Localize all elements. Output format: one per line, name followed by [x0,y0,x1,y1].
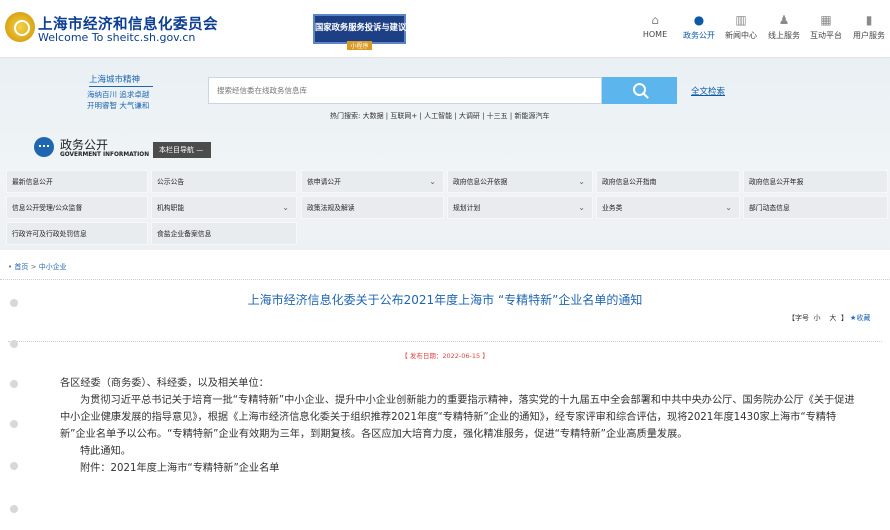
date-divider [8,341,882,342]
nav-gov-open[interactable]: ● 政务公开 [681,14,717,48]
font-size-prefix: 【字号 [788,314,809,322]
category-item-label: 政策法规及解读 [307,204,355,212]
people-icon: ♟ [778,13,790,27]
category-item-label: 公示公告 [157,178,185,186]
home-icon: ⌂ [651,13,659,27]
category-item[interactable]: 政府信息公开年报 [743,170,888,193]
search-input[interactable] [217,86,587,95]
side-dot [10,505,18,513]
category-item[interactable]: 公示公告 [151,170,297,193]
fulltext-search-link[interactable]: 全文检索 [691,85,725,97]
gov-section-subtitle: GOVERMENT INFORMATION [60,152,150,158]
category-item-label: 机构职能 [157,204,185,212]
site-logo-icon[interactable] [5,12,35,42]
hot-search[interactable]: 热门搜索: 大数据 | 互联网+ | 人工智能 | 大调研 | 十三五 | 新能… [330,111,550,121]
category-item[interactable]: 政府信息公开指南 [596,170,740,193]
category-item-label: 食盐企业备案信息 [157,230,212,238]
side-dot [10,299,18,307]
nav-online-service[interactable]: ♟ 线上服务 [766,14,802,48]
city-spirit-title: 上海城市精神 [89,73,153,87]
complaint-banner[interactable]: 国家政务服务投诉与建议 小程序 [313,14,407,50]
search-button[interactable] [602,77,677,104]
nav-user-service-label: 用户服务 [853,31,885,40]
category-item-label: 业务类 [602,204,623,212]
page-root: 上海市经济和信息化委员会 Welcome To sheitc.sh.gov.cn… [0,0,890,530]
book-icon: ▥ [735,13,747,27]
nav-online-service-label: 线上服务 [768,31,800,40]
category-item-label: 政府信息公开年报 [749,178,804,186]
nav-home[interactable]: ⌂ HOME [640,14,670,48]
publish-date: 【 发布日期：2022-06-15 】 [401,352,489,360]
article-paragraph: 特此通知。 [80,446,131,457]
gov-chat-icon [34,137,54,157]
breadcrumb-current[interactable]: 中小企业 [39,263,67,271]
chevron-down-icon[interactable]: ⌄ [725,197,732,219]
nav-news[interactable]: ▥ 新闻中心 [723,14,759,48]
category-item[interactable]: 机构职能 ⌄ [151,196,297,219]
category-item[interactable]: 食盐企业备案信息 [151,222,297,245]
category-item[interactable]: 依申请公开 ⌄ [301,170,444,193]
category-item-label: 规划计划 [453,204,481,212]
nav-interaction[interactable]: ▦ 互动平台 [808,14,844,48]
category-item-label: 行政许可及行政处罚信息 [12,230,87,238]
nav-interaction-label: 互动平台 [810,31,842,40]
category-item[interactable]: 最新信息公开 [6,170,148,193]
city-spirit-line: 开明睿智 大气谦和 [87,101,150,110]
category-item[interactable]: 部门动态信息 [743,196,888,219]
category-item[interactable]: 政府信息公开依据 ⌄ [447,170,593,193]
category-item-label: 依申请公开 [307,178,341,186]
category-item[interactable]: 政策法规及解读 [301,196,444,219]
article-paragraph: 为贯彻习近平总书记关于培育一批“专精特新”中小企业、提升中小企业创新能力的重要指… [60,395,855,440]
article-paragraph: 各区经委（商务委）、科经委，以及相关单位： [60,378,269,389]
font-size-suffix: 】 [840,314,848,322]
category-item[interactable]: 业务类 ⌄ [596,196,740,219]
favorite-button[interactable]: ★收藏 [850,314,870,322]
gov-section-title: 政务公开 [60,138,109,152]
grid-icon: ▦ [820,13,832,27]
article-body: 各区经委（商务委）、科经委，以及相关单位： 为贯彻习近平总书记关于培育一批“专精… [60,375,860,477]
chevron-down-icon[interactable]: ⌄ [282,197,289,219]
nav-gov-open-label: 政务公开 [683,31,715,40]
side-dot [10,420,18,428]
nav-user-service[interactable]: ▮ 用户服务 [851,14,887,48]
site-name-en: Welcome To sheitc.sh.gov.cn [38,31,196,44]
user-service-icon: ▮ [865,13,873,27]
nav-news-label: 新闻中心 [725,31,757,40]
category-item-label: 部门动态信息 [749,204,790,212]
banner-sub: 小程序 [347,41,372,50]
category-item-label: 最新信息公开 [12,178,53,186]
nav-home-label: HOME [642,30,668,39]
category-item[interactable]: 信息公开受理/公众监督 [6,196,148,219]
chevron-down-icon[interactable]: ⌄ [578,171,585,193]
search-box [208,77,602,104]
city-spirit-line: 海纳百川 追求卓越 [87,90,150,99]
side-dot [10,340,18,348]
section-nav-button[interactable]: 本栏目导航 — [153,142,211,158]
category-item-label: 政府信息公开指南 [602,178,657,186]
side-dot [10,380,18,388]
breadcrumb-home[interactable]: 首页 [14,263,28,271]
chat-icon: ● [693,13,705,27]
category-item-label: 信息公开受理/公众监督 [12,204,83,212]
font-size-bar: 【字号 小 大 】 ★收藏 [788,313,870,323]
chevron-down-icon[interactable]: ⌄ [429,171,436,193]
font-small-button[interactable]: 小 [813,314,820,322]
category-item-label: 政府信息公开依据 [453,178,508,186]
breadcrumb-separator: > [28,263,39,271]
font-large-button[interactable]: 大 [829,314,836,322]
category-item[interactable]: 规划计划 ⌄ [447,196,593,219]
article-title: 上海市经济信息化委关于公布2021年度上海市 “专精特新”企业名单的通知 [247,293,643,307]
banner-title: 国家政务服务投诉与建议 [315,22,407,32]
category-item[interactable]: 行政许可及行政处罚信息 [6,222,148,245]
side-dot [10,462,18,470]
breadcrumb: • 首页 > 中小企业 [8,262,67,272]
article-attachment[interactable]: 附件：2021年度上海市“专精特新”企业名单 [60,460,860,477]
chevron-down-icon[interactable]: ⌄ [578,197,585,219]
breadcrumb-divider [0,279,890,280]
site-header: 上海市经济和信息化委员会 Welcome To sheitc.sh.gov.cn… [0,0,890,58]
